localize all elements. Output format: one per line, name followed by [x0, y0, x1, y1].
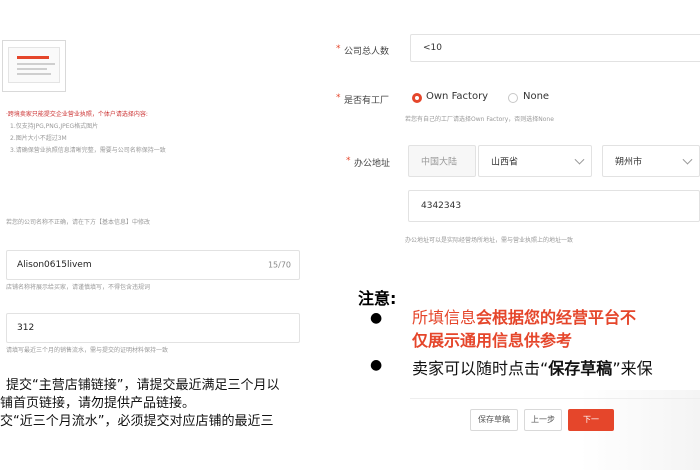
country-select[interactable]: 中国大陆	[408, 145, 476, 177]
license-image	[8, 47, 60, 83]
store-name-hint: 店铺名称将展示给买家，请谨慎填写，不得包含违规词	[6, 284, 151, 291]
thumb-header-bar	[17, 56, 49, 59]
required-mark: *	[336, 93, 341, 103]
thumb-line	[17, 68, 47, 70]
employees-select[interactable]: <10	[410, 34, 700, 62]
chevron-down-icon	[682, 154, 693, 165]
address-value: 4342343	[421, 201, 462, 211]
notice-line-2: 仅展示通用信息供参考	[412, 331, 573, 350]
next-step-button[interactable]: 下一	[568, 409, 614, 431]
notice-line-1-rest: 会根据您的经营平台不	[476, 308, 637, 327]
factory-hint: 若您有自己的工厂请选择Own Factory，否则选择None	[405, 116, 554, 123]
prev-step-button[interactable]: 上一步	[524, 409, 562, 431]
bullet-icon: ●	[370, 357, 383, 373]
overlay-text-line-3: 交“近三个月流水”，必须提交对应店铺的最近三	[0, 414, 274, 429]
address-input[interactable]: 4342343	[408, 190, 700, 222]
notice-line-1-red: 所填信息	[412, 308, 477, 327]
store-name-value: Alison0615livem	[17, 260, 92, 270]
factory-label: 是否有工厂	[344, 96, 390, 106]
overlay-text-line-2: 铺首页链接，请勿提供产品链接。	[0, 396, 196, 411]
province-select[interactable]: 山西省	[478, 145, 592, 177]
sales-input[interactable]: 312	[6, 313, 300, 343]
notice-line-3: 卖家可以随时点击“保存草稿”来保	[412, 355, 653, 379]
thumb-line	[17, 73, 51, 75]
office-address-label: 办公地址	[354, 159, 391, 169]
radio-none[interactable]	[508, 93, 518, 103]
option-none[interactable]: None	[523, 91, 549, 102]
option-own-factory[interactable]: Own Factory	[426, 91, 488, 102]
license-rule-2: 2.图片大小不超过3M	[10, 135, 67, 142]
city-select[interactable]: 朔州市	[602, 145, 700, 177]
notice-title: 注意:	[358, 289, 397, 308]
overlay-text-line-1: 提交“主营店铺链接”，请提交最近满足三个月以	[6, 378, 280, 393]
chevron-down-icon	[574, 154, 585, 165]
thumb-line	[17, 63, 55, 65]
license-rule-1: 1.仅支持JPG,PNG,JPEG格式图片	[10, 123, 99, 130]
license-hint: ·跨境卖家只能提交企业营业执照，个体户请选择内容:	[6, 111, 148, 118]
required-mark: *	[346, 156, 351, 166]
city-value: 朔州市	[615, 157, 643, 168]
store-name-input[interactable]: Alison0615livem 15/70	[6, 250, 300, 280]
radio-own-factory[interactable]	[412, 93, 422, 103]
notice-line-3-a: 卖家可以随时点击“	[412, 359, 549, 378]
notice-line-3-c: ”来保	[612, 359, 653, 378]
license-thumbnail[interactable]	[2, 40, 66, 92]
province-value: 山西省	[491, 157, 519, 168]
license-rule-3: 3.请确保营业执照信息清晰完整，需要与公司名称保持一致	[10, 147, 166, 154]
employees-value: <10	[423, 43, 442, 53]
store-name-counter: 15/70	[267, 260, 291, 270]
company-name-hint: 若您的公司名称不正确，请在下方【基本信息】中修改	[6, 219, 151, 226]
notice-line-3-b: 保存草稿	[548, 359, 613, 378]
required-mark: *	[336, 44, 341, 54]
bullet-icon: ●	[370, 310, 383, 326]
country-value: 中国大陆	[421, 157, 458, 168]
divider	[410, 398, 700, 399]
save-draft-button[interactable]: 保存草稿	[470, 409, 518, 431]
sales-hint: 请填写最近三个月的销售流水，需与提交的证明材料保持一致	[6, 347, 169, 354]
notice-line-1: 所填信息会根据您的经营平台不	[412, 307, 636, 328]
address-hint: 办公地址可以是实际经营场所地址，需与营业执照上的地址一致	[405, 237, 574, 244]
sales-value: 312	[17, 323, 35, 333]
employees-label: 公司总人数	[344, 47, 390, 57]
